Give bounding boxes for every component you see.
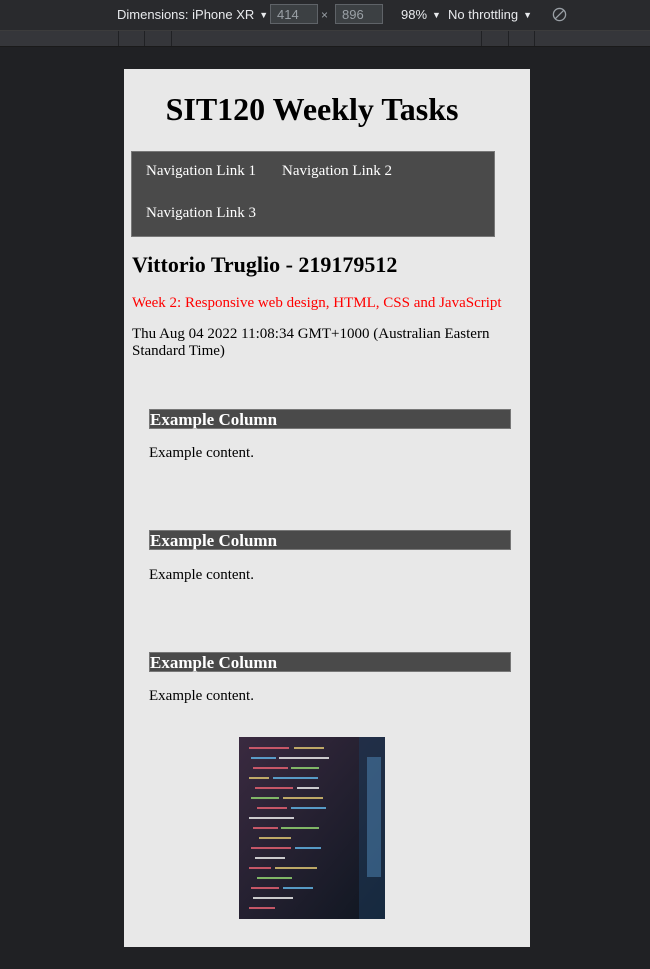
devtools-device-toolbar: Dimensions: iPhone XR ▼ × 98% ▼ No throttl… <box>0 0 650 31</box>
device-select[interactable]: Dimensions: iPhone XR ▼ <box>117 7 268 22</box>
nav-link-3[interactable]: Navigation Link 3 <box>146 205 256 222</box>
column-content: Example content. <box>149 445 254 461</box>
author-heading: Vittorio Truglio - 219179512 <box>132 252 398 277</box>
rotate-disabled-icon[interactable] <box>552 7 567 22</box>
current-datetime: Thu Aug 04 2022 11:08:34 GMT+1000 (Austr… <box>132 326 490 359</box>
column-heading: Example Column <box>149 652 511 672</box>
week-subtitle: Week 2: Responsive web design, HTML, CSS… <box>132 295 502 311</box>
ruler-divider <box>171 31 172 46</box>
throttling-select-label: No throttling <box>448 7 519 22</box>
throttling-select[interactable]: No throttling ▼ <box>448 7 532 22</box>
chevron-down-icon: ▼ <box>259 10 269 20</box>
column-heading: Example Column <box>149 530 511 550</box>
media-query-ruler[interactable] <box>0 31 650 47</box>
ruler-divider <box>534 31 535 46</box>
zoom-select-label: 98% <box>401 7 428 22</box>
ruler-divider <box>508 31 509 46</box>
chevron-down-icon: ▼ <box>523 10 533 20</box>
column-heading: Example Column <box>149 409 511 429</box>
ruler-divider <box>118 31 119 46</box>
width-input[interactable] <box>270 4 318 24</box>
height-input[interactable] <box>335 4 383 24</box>
column-content: Example content. <box>149 688 254 704</box>
chevron-down-icon: ▼ <box>432 10 441 20</box>
device-viewport: SIT120 Weekly Tasks Navigation Link 1 Na… <box>124 69 530 947</box>
navigation-bar: Navigation Link 1 Navigation Link 2 Navi… <box>131 151 495 237</box>
page-title: SIT120 Weekly Tasks <box>165 91 459 127</box>
code-screen-graphic <box>239 737 385 919</box>
device-select-label: Dimensions: iPhone XR <box>117 7 255 22</box>
nav-link-2[interactable]: Navigation Link 2 <box>282 163 392 180</box>
ruler-divider <box>481 31 482 46</box>
nav-link-1[interactable]: Navigation Link 1 <box>146 163 256 180</box>
column-content: Example content. <box>149 567 254 583</box>
zoom-select[interactable]: 98% ▼ <box>401 7 441 22</box>
ruler-divider <box>144 31 145 46</box>
times-icon: × <box>321 8 329 22</box>
code-screen-image <box>239 737 385 919</box>
